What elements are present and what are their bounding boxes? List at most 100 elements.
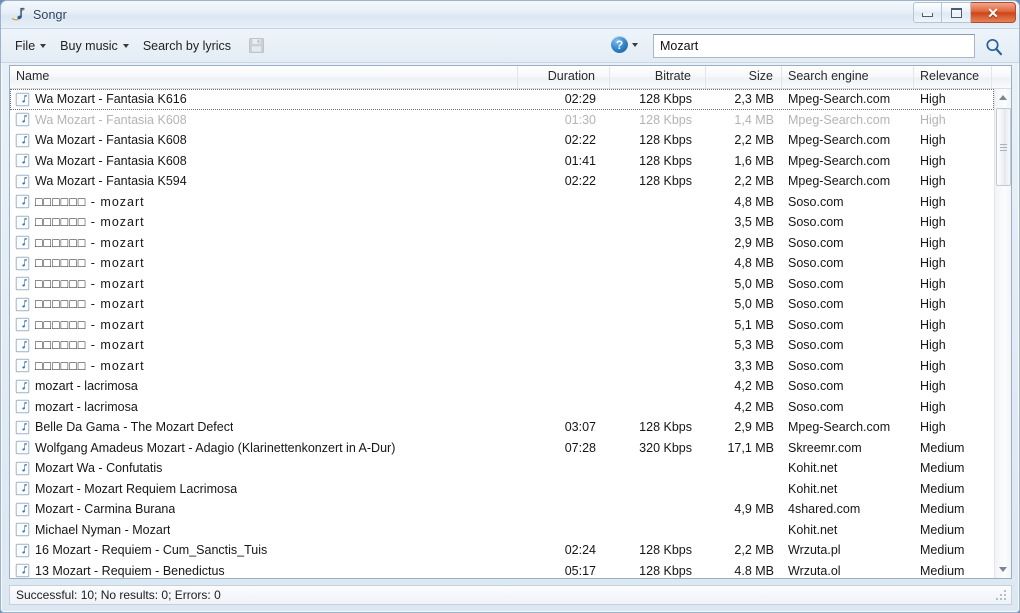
- scroll-down-arrow-icon[interactable]: [995, 561, 1011, 578]
- row-bitrate-cell: 128 Kbps: [639, 563, 692, 578]
- table-row[interactable]: □□□□□□ - mozart 5,3 MB Soso.com High: [10, 335, 994, 356]
- row-relevance-cell: High: [920, 297, 946, 312]
- scroll-up-arrow-icon[interactable]: [995, 89, 1011, 106]
- music-note-icon: [15, 461, 30, 476]
- music-note-icon: [15, 92, 30, 107]
- row-name-cell: Wa Mozart - Fantasia K608: [10, 112, 518, 127]
- music-note-icon: [15, 317, 30, 332]
- row-relevance-cell: High: [920, 112, 946, 127]
- table-row[interactable]: Belle Da Gama - The Mozart Defect 03:07 12…: [10, 417, 994, 438]
- row-name-label: 16 Mozart - Requiem - Cum_Sanctis_Tuis: [35, 543, 268, 558]
- row-name-cell: Mozart Wa - Confutatis: [10, 461, 518, 476]
- column-header-search-engine[interactable]: Search engine: [782, 66, 914, 88]
- row-name-label: □□□□□□ - mozart: [35, 235, 145, 250]
- title-bar[interactable]: Songr ✕: [1, 1, 1019, 29]
- music-note-icon: [15, 440, 30, 455]
- resize-grip-icon[interactable]: [995, 589, 1008, 602]
- row-name-label: Wa Mozart - Fantasia K608: [35, 133, 187, 148]
- row-engine-cell: Mpeg-Search.com: [788, 153, 891, 168]
- table-row[interactable]: Wa Mozart - Fantasia K608 02:22 128 Kbps 2,…: [10, 130, 994, 151]
- help-control: ?: [611, 36, 638, 53]
- close-button[interactable]: ✕: [971, 2, 1016, 23]
- table-row[interactable]: □□□□□□ - mozart 3,5 MB Soso.com High: [10, 212, 994, 233]
- row-relevance-cell: High: [920, 358, 946, 373]
- search-input[interactable]: [653, 34, 975, 58]
- row-name-cell: Wa Mozart - Fantasia K616: [10, 92, 518, 107]
- row-name-label: Mozart - Carmina Burana: [35, 502, 176, 517]
- table-row[interactable]: mozart - lacrimosa 4,2 MB Soso.com High: [10, 376, 994, 397]
- save-disk-icon[interactable]: [247, 36, 266, 55]
- row-engine-cell: Kohit.net: [788, 461, 838, 476]
- menu-search-by-lyrics-label: Search by lyrics: [142, 38, 232, 53]
- column-header-bitrate[interactable]: Bitrate: [610, 66, 706, 88]
- table-row[interactable]: Mozart - Carmina Burana 4,9 MB 4shared.com…: [10, 499, 994, 520]
- row-relevance-cell: High: [920, 317, 946, 332]
- table-row[interactable]: 16 Mozart - Requiem - Cum_Sanctis_Tuis 02…: [10, 540, 994, 561]
- menu-buy-music-label: Buy music: [60, 38, 118, 53]
- row-size-cell: 4,8 MB: [734, 256, 774, 271]
- row-name-cell: □□□□□□ - mozart: [10, 194, 518, 209]
- table-row[interactable]: □□□□□□ - mozart 5,1 MB Soso.com High: [10, 315, 994, 336]
- menu-search-by-lyrics[interactable]: Search by lyrics: [137, 36, 237, 56]
- row-duration-cell: 02:22: [564, 133, 596, 148]
- music-note-icon: [15, 338, 30, 353]
- window-controls: ✕: [913, 2, 1016, 23]
- row-duration-cell: 02:22: [564, 174, 596, 189]
- table-row[interactable]: Wa Mozart - Fantasia K594 02:22 128 Kbps 2,…: [10, 171, 994, 192]
- music-note-icon: [15, 194, 30, 209]
- minimize-icon: [922, 13, 933, 17]
- table-row[interactable]: □□□□□□ - mozart 5,0 MB Soso.com High: [10, 294, 994, 315]
- menu-buy-music[interactable]: Buy music: [54, 36, 135, 56]
- menu-file[interactable]: File: [9, 36, 52, 56]
- chevron-down-icon[interactable]: [632, 42, 638, 47]
- music-note-icon: [15, 215, 30, 230]
- row-name-cell: □□□□□□ - mozart: [10, 317, 518, 332]
- row-relevance-cell: High: [920, 256, 946, 271]
- row-name-cell: □□□□□□ - mozart: [10, 215, 518, 230]
- table-row[interactable]: 13 Mozart - Requiem - Benedictus 05:17 128…: [10, 561, 994, 579]
- row-size-cell: 2,2 MB: [734, 133, 774, 148]
- row-relevance-cell: Medium: [920, 522, 965, 537]
- column-header-relevance[interactable]: Relevance: [914, 66, 992, 88]
- column-header-name[interactable]: Name: [10, 66, 518, 88]
- magnifier-icon[interactable]: [984, 37, 1004, 57]
- row-name-cell: Wa Mozart - Fantasia K608: [10, 153, 518, 168]
- table-row[interactable]: Michael Nyman - Mozart Kohit.net Medium: [10, 520, 994, 541]
- table-row[interactable]: Wolfgang Amadeus Mozart - Adagio (Klarin…: [10, 438, 994, 459]
- table-row[interactable]: mozart - lacrimosa 4,2 MB Soso.com High: [10, 397, 994, 418]
- vertical-scrollbar[interactable]: [994, 89, 1011, 578]
- row-name-label: 13 Mozart - Requiem - Benedictus: [35, 563, 225, 578]
- table-row[interactable]: □□□□□□ - mozart 5,0 MB Soso.com High: [10, 274, 994, 295]
- row-name-label: Wa Mozart - Fantasia K608: [35, 153, 187, 168]
- table-row[interactable]: Wa Mozart - Fantasia K616 02:29 128 Kbps 2,…: [10, 89, 994, 110]
- table-row[interactable]: Wa Mozart - Fantasia K608 01:41 128 Kbps 1,…: [10, 151, 994, 172]
- music-note-icon: [15, 133, 30, 148]
- column-header-size[interactable]: Size: [706, 66, 782, 88]
- row-name-label: Mozart Wa - Confutatis: [35, 461, 163, 476]
- help-button[interactable]: ?: [611, 36, 628, 53]
- row-name-cell: mozart - lacrimosa: [10, 379, 518, 394]
- table-row[interactable]: □□□□□□ - mozart 2,9 MB Soso.com High: [10, 233, 994, 254]
- table-row[interactable]: □□□□□□ - mozart 3,3 MB Soso.com High: [10, 356, 994, 377]
- table-row[interactable]: Mozart - Mozart Requiem Lacrimosa Kohit.n…: [10, 479, 994, 500]
- row-name-cell: Belle Da Gama - The Mozart Defect: [10, 420, 518, 435]
- scroll-thumb[interactable]: [996, 108, 1011, 186]
- table-row[interactable]: Wa Mozart - Fantasia K608 01:30 128 Kbps 1,…: [10, 110, 994, 131]
- maximize-button[interactable]: [942, 2, 971, 23]
- table-row[interactable]: □□□□□□ - mozart 4,8 MB Soso.com High: [10, 253, 994, 274]
- minimize-button[interactable]: [913, 2, 942, 23]
- row-size-cell: 5,0 MB: [734, 276, 774, 291]
- music-note-icon: [15, 379, 30, 394]
- row-name-label: mozart - lacrimosa: [35, 379, 138, 394]
- row-size-cell: 2,2 MB: [734, 543, 774, 558]
- arrow-down-glyph: [999, 567, 1007, 572]
- row-relevance-cell: Medium: [920, 502, 965, 517]
- table-row[interactable]: Mozart Wa - Confutatis Kohit.net Medium: [10, 458, 994, 479]
- table-row[interactable]: □□□□□□ - mozart 4,8 MB Soso.com High: [10, 192, 994, 213]
- row-size-cell: 5,1 MB: [734, 317, 774, 332]
- row-relevance-cell: High: [920, 174, 946, 189]
- row-engine-cell: Kohit.net: [788, 522, 838, 537]
- row-name-label: Belle Da Gama - The Mozart Defect: [35, 420, 234, 435]
- column-header-duration[interactable]: Duration: [518, 66, 610, 88]
- music-note-icon: [15, 256, 30, 271]
